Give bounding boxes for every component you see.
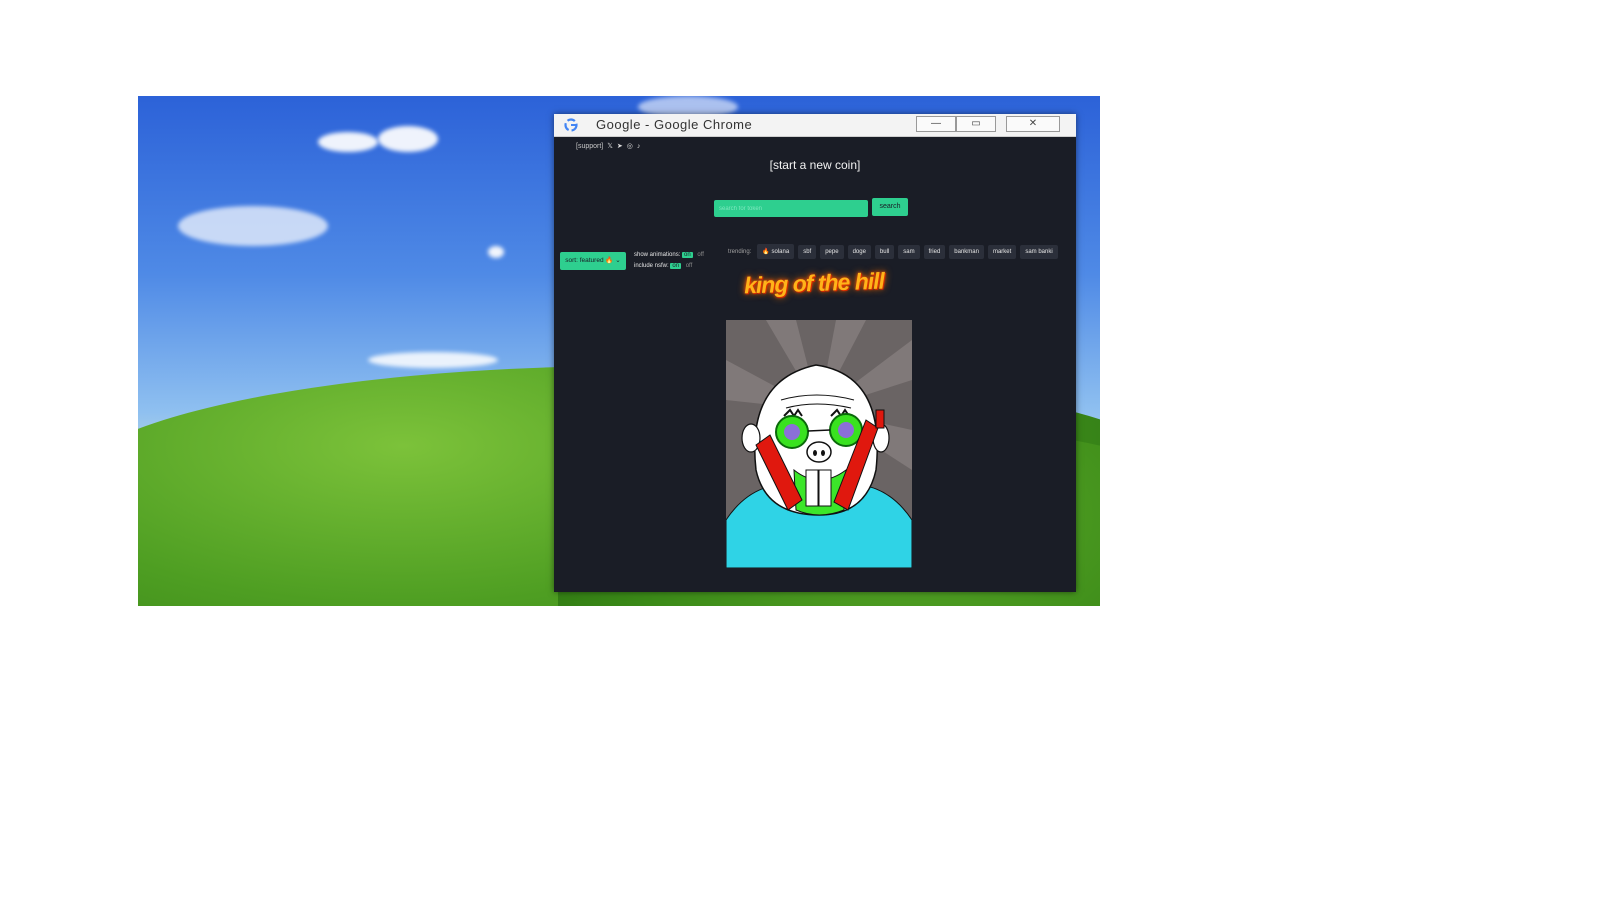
animations-on-toggle[interactable]: on bbox=[682, 252, 693, 258]
google-logo-icon bbox=[564, 118, 578, 132]
search-button[interactable]: search bbox=[872, 198, 908, 216]
trending-label: trending: bbox=[728, 248, 752, 255]
x-icon[interactable]: 𝕏 bbox=[607, 142, 613, 150]
animations-off-toggle[interactable]: off bbox=[697, 252, 704, 258]
nsfw-on-toggle[interactable]: on bbox=[670, 263, 682, 269]
trending-chip[interactable]: pepe bbox=[820, 244, 844, 259]
king-of-the-hill-title: king of the hill bbox=[743, 267, 885, 299]
page-content: [support] 𝕏 ➤ ◎ ♪ [start a new coin] sea… bbox=[554, 136, 1076, 592]
trending-chip[interactable]: market bbox=[987, 244, 1017, 259]
tiktok-icon[interactable]: ♪ bbox=[637, 143, 641, 150]
trending-chip[interactable]: doge bbox=[847, 244, 871, 259]
restore-button[interactable]: ▭ bbox=[956, 116, 996, 132]
telegram-icon[interactable]: ➤ bbox=[617, 142, 623, 150]
title-bar: Google - Google Chrome — ▭ ✕ bbox=[554, 114, 1076, 137]
cloud bbox=[318, 132, 378, 152]
display-toggles: show animations: on off include nsfw: on… bbox=[634, 250, 704, 272]
trending-chip[interactable]: sam bbox=[898, 244, 920, 259]
chrome-window: Google - Google Chrome — ▭ ✕ [support] 𝕏… bbox=[554, 114, 1076, 592]
minimize-button[interactable]: — bbox=[916, 116, 956, 132]
close-button[interactable]: ✕ bbox=[1006, 116, 1060, 132]
king-of-the-hill-image[interactable] bbox=[726, 320, 912, 568]
trending-chip[interactable]: fried bbox=[923, 244, 946, 259]
instagram-icon[interactable]: ◎ bbox=[627, 142, 633, 150]
trending-chip[interactable]: sam banki bbox=[1020, 244, 1058, 259]
trending-chip[interactable]: bull bbox=[874, 244, 895, 259]
trending-chip[interactable]: bankman bbox=[949, 244, 984, 259]
nsfw-off-toggle[interactable]: off bbox=[686, 263, 693, 269]
window-title: Google - Google Chrome bbox=[596, 117, 753, 132]
support-link[interactable]: [support] bbox=[576, 143, 603, 150]
sort-dropdown[interactable]: sort: featured 🔥 ⌄ bbox=[560, 252, 626, 270]
show-animations-label: show animations: bbox=[634, 252, 681, 258]
cloud bbox=[178, 206, 328, 246]
include-nsfw-label: include nsfw: bbox=[634, 263, 669, 269]
trending-bar: trending: 🔥 solana sbf pepe doge bull sa… bbox=[728, 244, 1058, 259]
cloud bbox=[378, 126, 438, 152]
search-input[interactable] bbox=[714, 200, 868, 217]
trending-chip[interactable]: 🔥 solana bbox=[757, 244, 795, 259]
cloud bbox=[488, 246, 504, 258]
cloud bbox=[368, 352, 498, 368]
top-links: [support] 𝕏 ➤ ◎ ♪ bbox=[576, 142, 641, 151]
trending-chip[interactable]: sbf bbox=[798, 244, 817, 259]
start-new-coin-link[interactable]: [start a new coin] bbox=[554, 158, 1076, 172]
